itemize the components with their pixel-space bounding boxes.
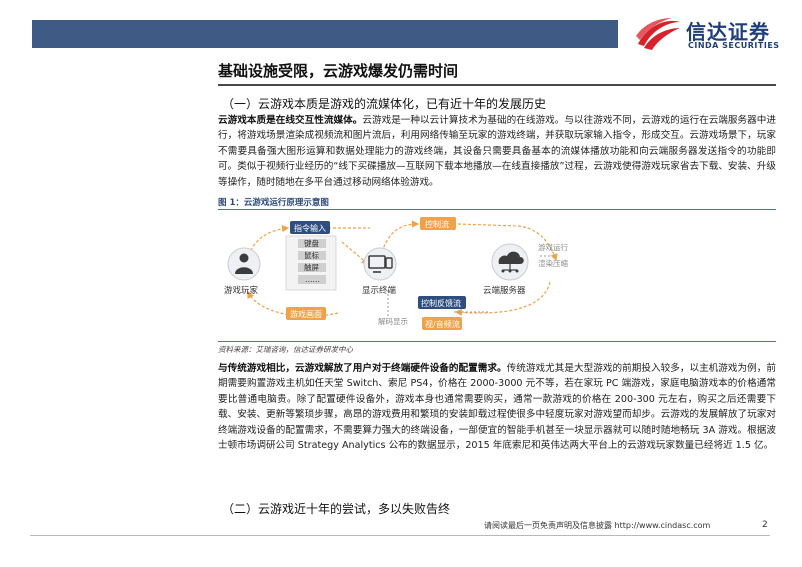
display-terminal-icon <box>363 247 397 281</box>
node-label-server: 云端服务器 <box>483 285 526 296</box>
flow-arc-top-right <box>381 220 420 253</box>
node-label-display: 显示终端 <box>362 285 397 296</box>
figure-source: 资料来源：艾瑞咨询，信达证券研发中心 <box>218 345 353 354</box>
footer-disclaimer: 请阅读最后一页免责声明及信息披露 http://www.cindasc.com <box>484 521 711 530</box>
node-label-player: 游戏玩家 <box>224 285 259 296</box>
pill-command-input: 指令输入 <box>294 223 326 233</box>
input-item-more: …… <box>305 275 320 284</box>
input-item-keyboard: 键盘 <box>304 238 319 248</box>
paragraph-1: 云游戏本质是在线交互性流媒体。云游戏是一种以云计算技术为基础的在线游戏。与以往游… <box>218 113 776 190</box>
pill-game-screen: 游戏画面 <box>290 309 322 319</box>
diagram-canvas: 游戏玩家 键盘 鼠标 触屏 …… 指令输入 显示终端 控制流 云端服务器 游戏运… <box>224 217 568 330</box>
paragraph-1-lead: 云游戏本质是在线交互性流媒体。 <box>218 115 363 126</box>
footer-divider <box>30 535 770 536</box>
input-item-mouse: 鼠标 <box>304 250 319 260</box>
input-item-touch: 触屏 <box>304 262 319 272</box>
cinda-logo-icon <box>636 18 680 50</box>
figure-top-rule <box>218 209 776 210</box>
title-divider <box>218 84 776 86</box>
server-step-run: 游戏运行 <box>538 242 568 252</box>
figure-caption: 图 1：云游戏运行原理示意图 <box>218 198 329 208</box>
pill-control-feedback: 控制反馈流 <box>421 298 461 308</box>
cloud-server-icon <box>491 243 529 281</box>
company-logo: 信达证券 CINDA SECURITIES <box>634 14 784 54</box>
paragraph-2-lead: 与传统游戏相比，云游戏解放了用户对于终端硬件设备的配置需求。 <box>218 363 507 374</box>
paragraph-2: 与传统游戏相比，云游戏解放了用户对于终端硬件设备的配置需求。传统游戏尤其是大型游… <box>218 361 776 453</box>
paragraph-2-body: 传统游戏尤其是大型游戏的前期投入较多，以主机游戏为例，前期需要购置游戏主机如任天… <box>218 363 777 452</box>
player-icon <box>227 247 261 281</box>
decode-display-label: 解码显示 <box>378 316 408 326</box>
subsection-title-2: （二）云游戏近十年的尝试，多以失败告终 <box>222 502 451 516</box>
page-number: 2 <box>762 520 768 530</box>
figure-bottom-rule <box>218 341 776 342</box>
section-title: 基础设施受限，云游戏爆发仍需时间 <box>218 62 459 80</box>
cloud-gaming-diagram: 游戏玩家 键盘 鼠标 触屏 …… 指令输入 显示终端 控制流 云端服务器 游戏运… <box>218 212 776 340</box>
header-bar <box>32 20 618 48</box>
subsection-title-1: （一）云游戏本质是游戏的流媒体化，已有近十年的发展历史 <box>222 97 547 111</box>
pill-control-stream: 控制流 <box>425 219 449 229</box>
logo-english-name: CINDA SECURITIES <box>688 41 780 50</box>
server-step-render: 渲染压缩 <box>538 258 568 268</box>
pill-av-stream: 视/音频流 <box>425 319 460 329</box>
